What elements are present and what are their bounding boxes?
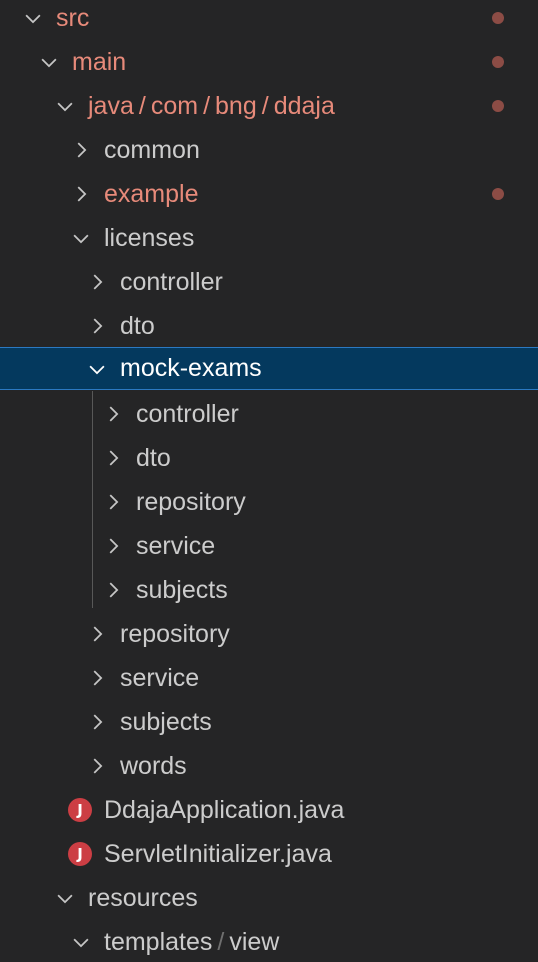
chevron-right-icon — [69, 138, 93, 162]
chevron-right-icon — [85, 754, 109, 778]
tree-row-licenses-subjects[interactable]: subjects — [0, 700, 538, 744]
tree-row-label: common — [104, 136, 200, 164]
tree-row-java-package[interactable]: java / com / bng / ddaja — [0, 84, 538, 128]
tree-row-main[interactable]: main — [0, 40, 538, 84]
tree-row-servlet-initializer[interactable]: J ServletInitializer.java — [0, 832, 538, 876]
tree-row-label: service — [136, 532, 216, 560]
tree-row-label: dto — [120, 312, 155, 340]
compact-folder-path: templates / view — [104, 920, 279, 962]
file-explorer-tree: src main java / com / bng / ddaja common examp… — [0, 0, 538, 962]
tree-row-resources[interactable]: resources — [0, 876, 538, 920]
modified-dot-icon — [492, 12, 504, 24]
path-separator: / — [261, 92, 269, 120]
path-separator: / — [203, 92, 211, 120]
tree-row-mock-exams-service[interactable]: service — [0, 524, 538, 568]
tree-row-label: repository — [136, 488, 246, 516]
tree-row-example[interactable]: example — [0, 172, 538, 216]
tree-row-label: repository — [120, 620, 230, 648]
tree-row-licenses-words[interactable]: words — [0, 744, 538, 788]
chevron-down-icon — [37, 50, 61, 74]
chevron-down-icon — [85, 357, 109, 381]
tree-row-label: resources — [88, 884, 198, 912]
path-segment[interactable]: ddaja — [274, 92, 335, 120]
tree-row-licenses[interactable]: licenses — [0, 216, 538, 260]
tree-row-licenses-service[interactable]: service — [0, 656, 538, 700]
tree-row-label: example — [104, 180, 199, 208]
java-file-icon: J — [68, 798, 92, 822]
tree-row-licenses-repository[interactable]: repository — [0, 612, 538, 656]
modified-dot-icon — [492, 188, 504, 200]
path-segment[interactable]: bng — [215, 92, 257, 120]
chevron-right-icon — [85, 314, 109, 338]
tree-row-label: service — [120, 664, 200, 692]
java-file-icon: J — [68, 842, 92, 866]
chevron-right-icon — [101, 534, 125, 558]
tree-row-licenses-dto[interactable]: dto — [0, 304, 538, 348]
tree-row-licenses-controller[interactable]: controller — [0, 260, 538, 304]
chevron-right-icon — [101, 446, 125, 470]
tree-row-label: main — [72, 48, 127, 76]
path-segment[interactable]: templates — [104, 928, 212, 956]
chevron-down-icon — [69, 930, 93, 954]
tree-row-label: src — [56, 4, 90, 32]
tree-row-label: controller — [120, 268, 223, 296]
compact-folder-path: java / com / bng / ddaja — [88, 84, 335, 128]
tree-row-mock-exams-repository[interactable]: repository — [0, 480, 538, 524]
tree-row-mock-exams-subjects[interactable]: subjects — [0, 568, 538, 612]
modified-dot-icon — [492, 100, 504, 112]
chevron-down-icon — [69, 226, 93, 250]
tree-row-label: subjects — [136, 576, 228, 604]
tree-row-label: ServletInitializer.java — [104, 840, 332, 868]
path-segment[interactable]: view — [229, 928, 279, 956]
tree-row-mock-exams-dto[interactable]: dto — [0, 436, 538, 480]
tree-row-label: controller — [136, 400, 239, 428]
chevron-right-icon — [101, 578, 125, 602]
tree-row-mock-exams[interactable]: mock-exams — [0, 347, 538, 390]
path-separator: / — [217, 928, 225, 956]
chevron-right-icon — [101, 490, 125, 514]
tree-row-label: subjects — [120, 708, 212, 736]
modified-dot-icon — [492, 56, 504, 68]
tree-row-common[interactable]: common — [0, 128, 538, 172]
chevron-right-icon — [85, 622, 109, 646]
path-segment[interactable]: com — [151, 92, 198, 120]
path-separator: / — [138, 92, 146, 120]
chevron-down-icon — [53, 94, 77, 118]
tree-row-mock-exams-controller[interactable]: controller — [0, 392, 538, 436]
chevron-right-icon — [85, 710, 109, 734]
path-segment[interactable]: java — [88, 92, 134, 120]
tree-row-label: dto — [136, 444, 171, 472]
tree-row-label: words — [120, 752, 187, 780]
tree-row-src[interactable]: src — [0, 0, 538, 40]
chevron-down-icon — [21, 6, 45, 30]
tree-row-label: licenses — [104, 224, 195, 252]
chevron-right-icon — [69, 182, 93, 206]
chevron-right-icon — [85, 270, 109, 294]
tree-row-label: mock-exams — [120, 354, 262, 382]
chevron-right-icon — [101, 402, 125, 426]
chevron-down-icon — [53, 886, 77, 910]
chevron-right-icon — [85, 666, 109, 690]
tree-row-ddaja-application[interactable]: J DdajaApplication.java — [0, 788, 538, 832]
tree-row-label: DdajaApplication.java — [104, 796, 345, 824]
tree-row-templates-view[interactable]: templates / view — [0, 920, 538, 962]
